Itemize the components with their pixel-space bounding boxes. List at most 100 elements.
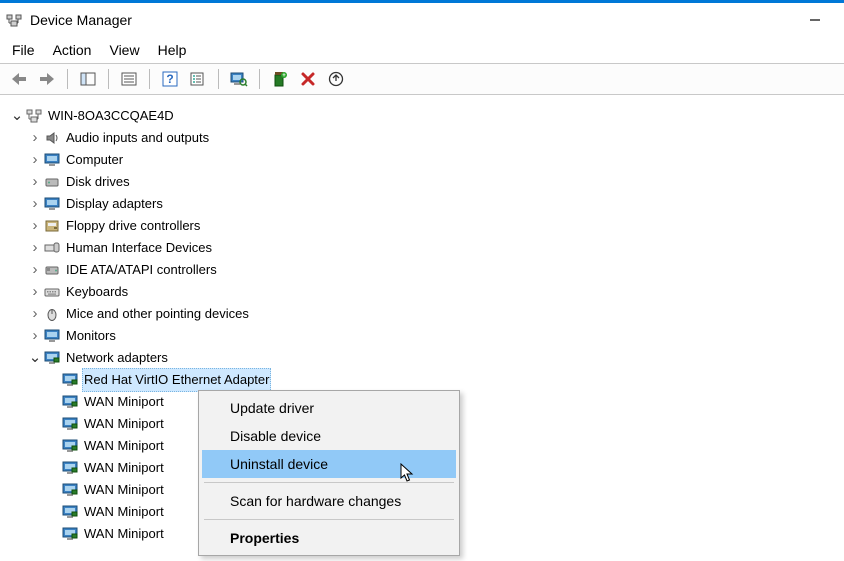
keyboard-icon [44,284,60,300]
expander-icon[interactable] [28,193,42,215]
tree-category-audio[interactable]: Audio inputs and outputs [10,127,838,149]
tree-label: Display adapters [64,193,165,215]
network-adapter-icon [62,460,78,476]
help-button[interactable]: ? [159,68,181,90]
tree-category-ide[interactable]: IDE ATA/ATAPI controllers [10,259,838,281]
add-legacy-hardware-button[interactable]: + [269,68,291,90]
floppy-controller-icon [44,218,60,234]
window-controls [792,5,838,35]
context-menu-separator [204,519,454,520]
expander-icon[interactable] [28,325,42,347]
tree-label: Monitors [64,325,118,347]
network-adapter-icon [62,372,78,388]
tree-label: WAN Miniport [82,457,166,479]
device-manager-icon [6,12,22,28]
tree-label: Mice and other pointing devices [64,303,251,325]
network-adapter-icon [44,350,60,366]
expander-icon[interactable] [10,105,24,127]
context-menu-separator [204,482,454,483]
expander-icon[interactable] [28,281,42,303]
computer-root-icon [26,108,42,124]
network-adapter-icon [62,526,78,542]
monitor-icon [44,152,60,168]
menu-view[interactable]: View [109,42,139,58]
title-bar: Device Manager [0,3,844,37]
expander-icon[interactable] [28,237,42,259]
toolbar-separator [259,69,260,89]
expander-icon[interactable] [28,215,42,237]
tree-category-display[interactable]: Display adapters [10,193,838,215]
tree-category-disk[interactable]: Disk drives [10,171,838,193]
tree-root[interactable]: WIN-8OA3CCQAE4D [10,105,838,127]
menu-file[interactable]: File [12,42,35,58]
tree-device-redhat-virtio[interactable]: Red Hat VirtIO Ethernet Adapter [10,369,838,391]
expander-icon[interactable] [28,127,42,149]
tree-label: Network adapters [64,347,170,369]
tree-label: WAN Miniport [82,501,166,523]
toolbar-separator [108,69,109,89]
scan-hardware-button[interactable] [228,68,250,90]
monitor-icon [44,328,60,344]
tree-category-mice[interactable]: Mice and other pointing devices [10,303,838,325]
tree-label: IDE ATA/ATAPI controllers [64,259,219,281]
forward-button[interactable] [36,68,58,90]
network-adapter-icon [62,394,78,410]
show-hide-console-button[interactable] [77,68,99,90]
display-adapter-icon [44,196,60,212]
expander-icon[interactable] [28,259,42,281]
network-adapter-icon [62,416,78,432]
expander-icon[interactable] [28,347,42,369]
tree-category-hid[interactable]: Human Interface Devices [10,237,838,259]
svg-text:?: ? [166,72,173,86]
tree-label: Audio inputs and outputs [64,127,211,149]
cm-uninstall-device[interactable]: Uninstall device [202,450,456,478]
speaker-icon [44,130,60,146]
tree-category-keyboards[interactable]: Keyboards [10,281,838,303]
tree-label: WAN Miniport [82,523,166,545]
toolbar-separator [218,69,219,89]
tree-label: WAN Miniport [82,435,166,457]
tree-category-network[interactable]: Network adapters [10,347,838,369]
tree-label: Human Interface Devices [64,237,214,259]
disk-icon [44,174,60,190]
expander-icon[interactable] [28,149,42,171]
toolbar: ? + [0,63,844,95]
ide-controller-icon [44,262,60,278]
menu-action[interactable]: Action [53,42,92,58]
tree-label: Computer [64,149,125,171]
tree-label: Keyboards [64,281,130,303]
toolbar-separator [149,69,150,89]
tree-label: WAN Miniport [82,479,166,501]
cm-disable-device[interactable]: Disable device [202,422,456,450]
tree-category-floppy[interactable]: Floppy drive controllers [10,215,838,237]
cm-scan-hardware[interactable]: Scan for hardware changes [202,487,456,515]
tree-label: Floppy drive controllers [64,215,202,237]
menu-help[interactable]: Help [158,42,187,58]
tree-label: WAN Miniport [82,391,166,413]
toolbar-separator [67,69,68,89]
tree-category-monitors[interactable]: Monitors [10,325,838,347]
tree-label: Disk drives [64,171,132,193]
mouse-icon [44,306,60,322]
cm-properties[interactable]: Properties [202,524,456,552]
uninstall-device-button[interactable] [297,68,319,90]
action-list-button[interactable] [187,68,209,90]
context-menu: Update driver Disable device Uninstall d… [198,390,460,556]
tree-label: Red Hat VirtIO Ethernet Adapter [82,368,271,392]
window-title: Device Manager [30,12,132,28]
tree-root-label: WIN-8OA3CCQAE4D [46,105,176,127]
cm-update-driver[interactable]: Update driver [202,394,456,422]
hid-icon [44,240,60,256]
menu-bar: File Action View Help [0,37,844,63]
expander-icon[interactable] [28,303,42,325]
expander-icon[interactable] [28,171,42,193]
back-button[interactable] [8,68,30,90]
tree-label: WAN Miniport [82,413,166,435]
network-adapter-icon [62,504,78,520]
tree-category-computer[interactable]: Computer [10,149,838,171]
svg-text:+: + [282,73,286,79]
update-driver-button[interactable] [325,68,347,90]
network-adapter-icon [62,438,78,454]
properties-button[interactable] [118,68,140,90]
minimize-button[interactable] [792,5,838,35]
